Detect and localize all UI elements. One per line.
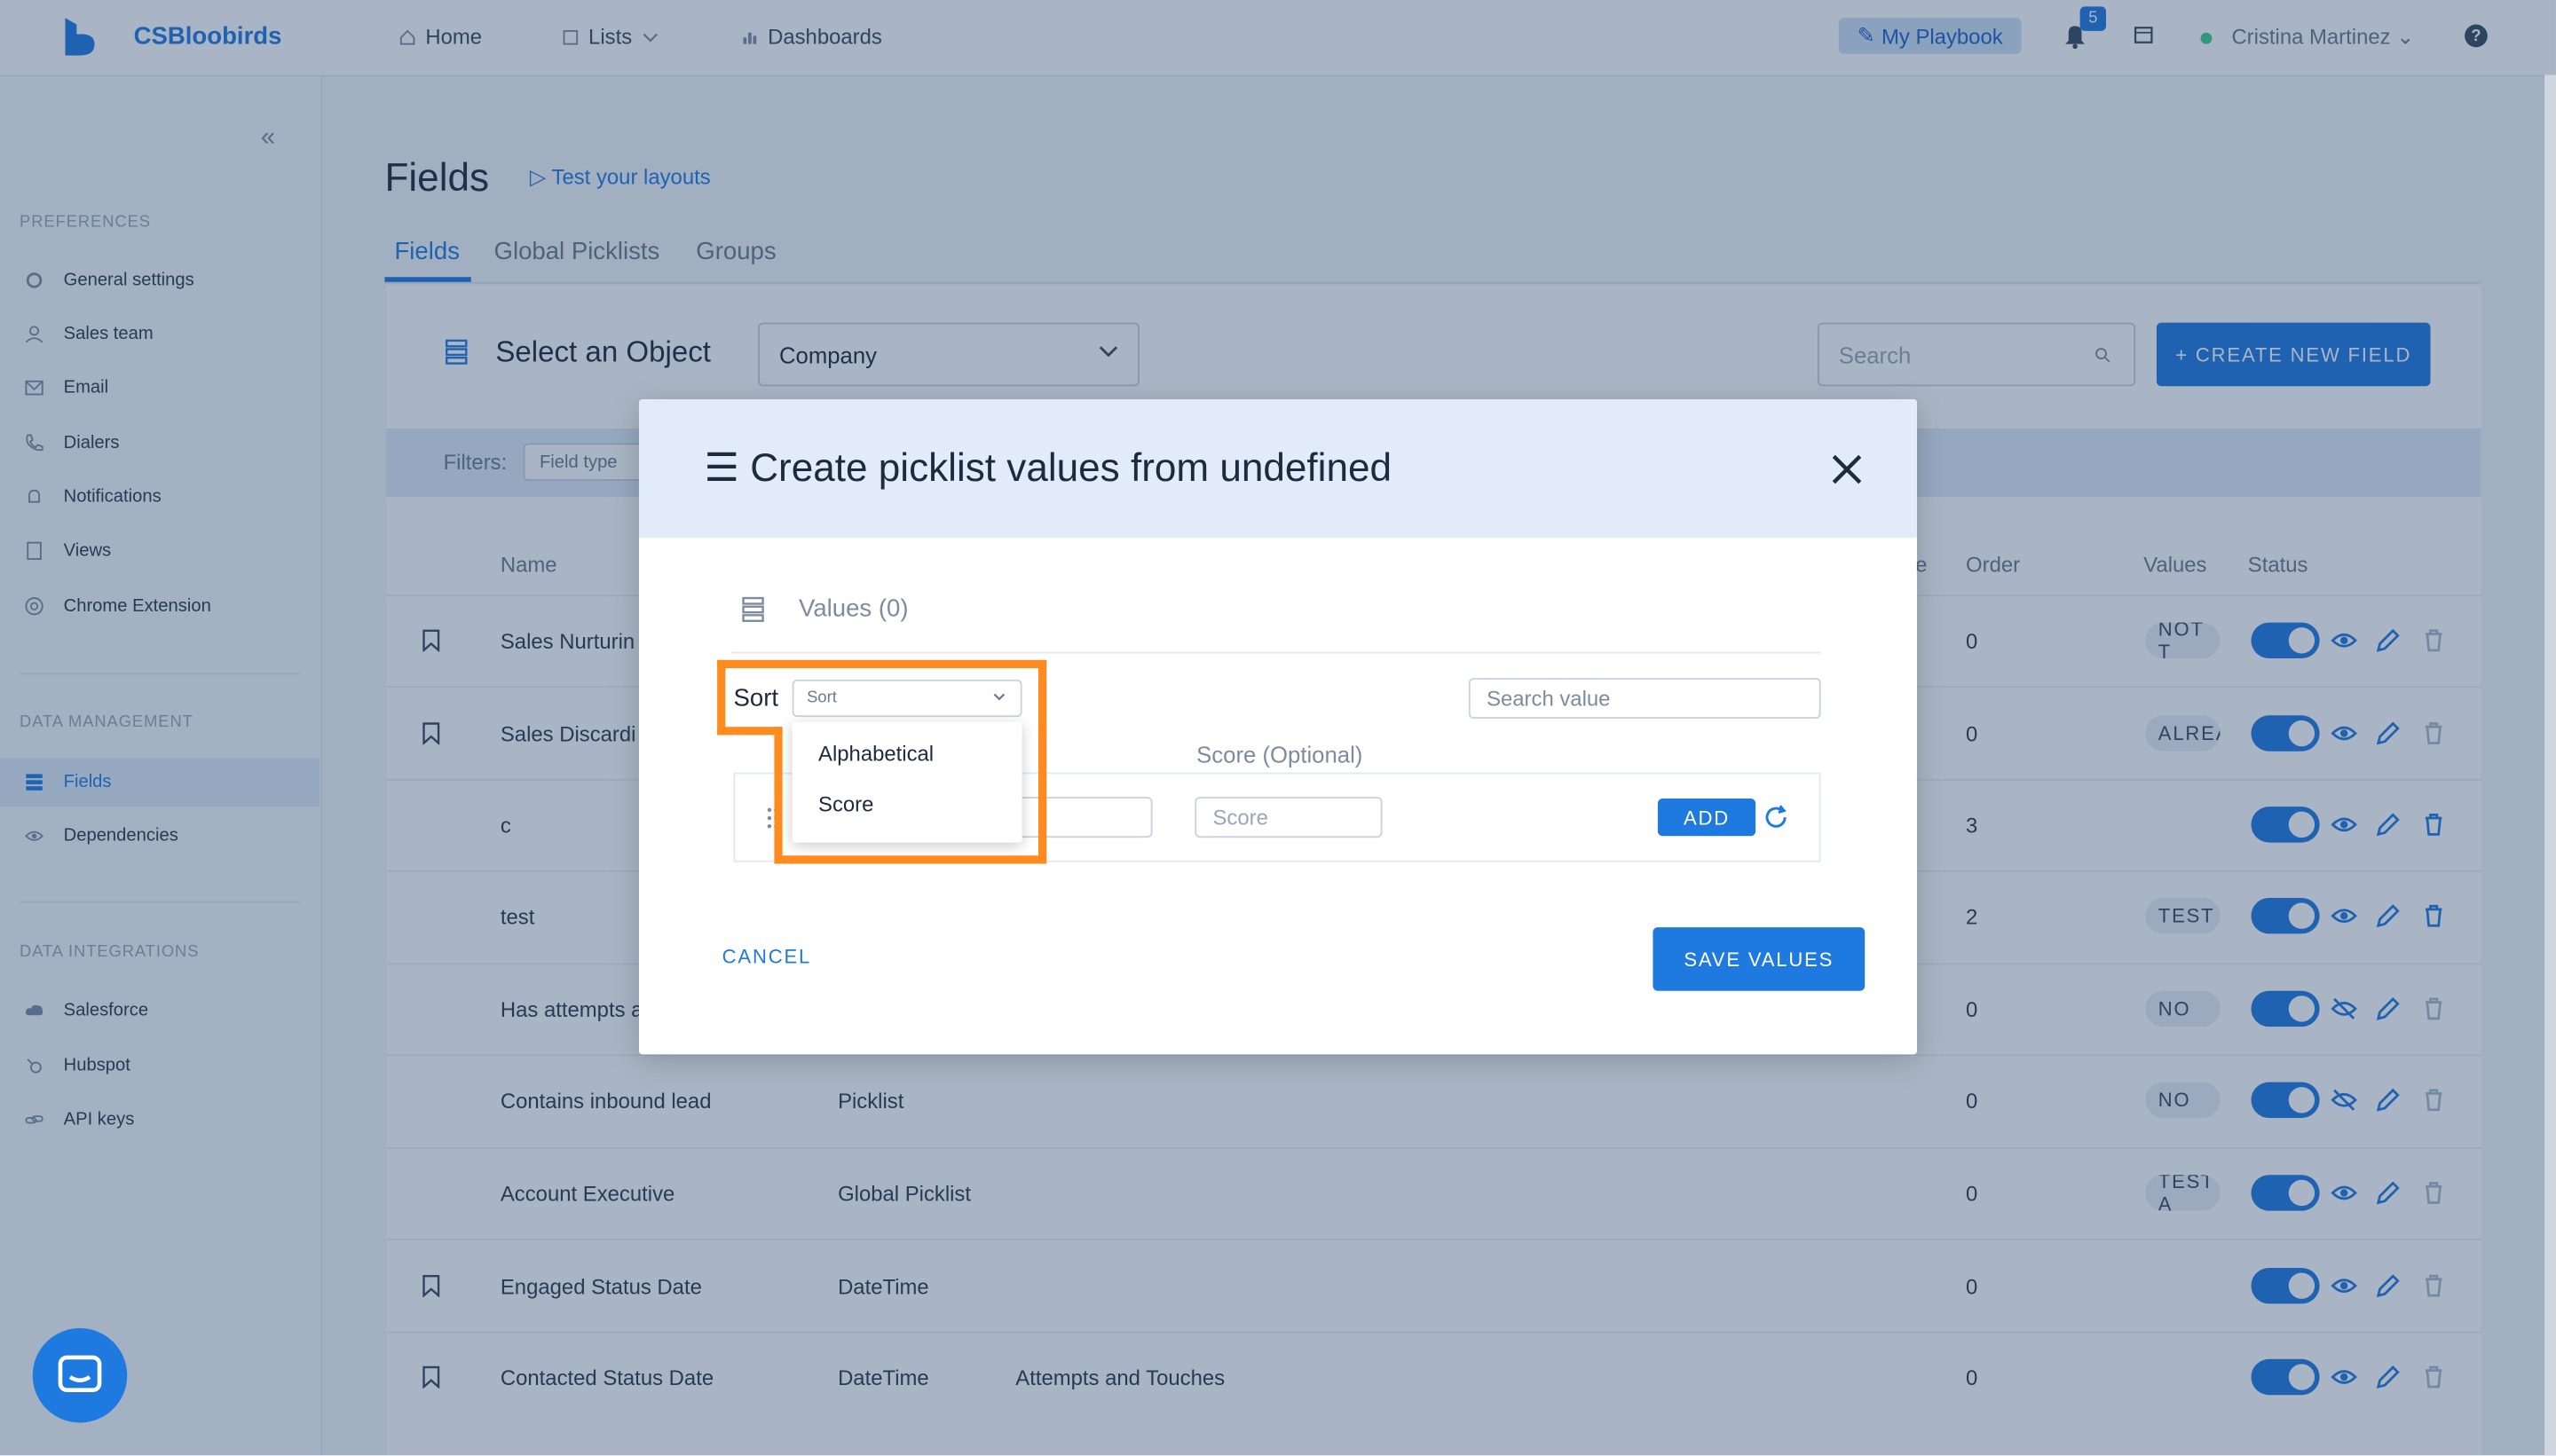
page-scrollbar[interactable] (2544, 75, 2556, 1456)
highlight-annotation (717, 727, 783, 736)
refresh-icon[interactable] (1762, 803, 1789, 830)
chat-icon (58, 1355, 102, 1393)
highlight-annotation (774, 727, 1047, 864)
highlight-annotation (717, 659, 1047, 736)
cancel-button[interactable]: CANCEL (722, 945, 811, 968)
search-value-input[interactable]: Search value (1468, 678, 1821, 719)
score-input[interactable]: Score (1195, 797, 1383, 838)
add-button[interactable]: ADD (1657, 798, 1756, 837)
score-optional-label: Score (Optional) (1196, 741, 1363, 768)
values-divider (731, 651, 1821, 654)
save-values-button[interactable]: SAVE VALUES (1653, 927, 1866, 991)
close-icon[interactable] (1829, 452, 1865, 487)
modal-title: ☰ Create picklist values from undefined (704, 446, 1392, 491)
values-list-icon (742, 596, 764, 622)
chat-launcher-button[interactable] (32, 1327, 128, 1423)
values-count-label: Values (0) (798, 594, 909, 623)
modal-title-text: Create picklist values from undefined (750, 446, 1392, 491)
